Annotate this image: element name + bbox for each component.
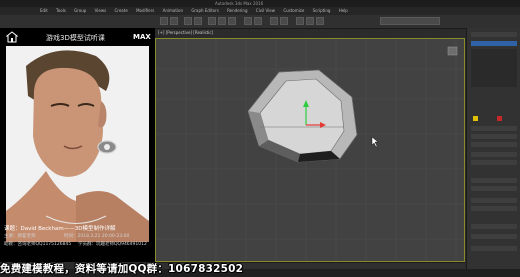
overlay-header: 游戏3D模型试听课 MAX [0,28,155,46]
course-time: 时间：2018.3.21 20:00-23:00 [64,234,130,239]
render-button[interactable] [316,17,324,25]
course-topic: 课题：David Beckham——3D模型制作详解 [4,226,116,232]
menu-item-customize[interactable]: Customize [283,8,304,13]
command-panel-tabs[interactable] [471,32,517,37]
selection-rollout[interactable] [471,126,517,131]
material-ids-rollout[interactable] [471,246,517,251]
menu-item-animation[interactable]: Animation [163,8,183,13]
house-logo-icon [6,31,18,43]
menu-item-graph-editors[interactable]: Graph Editors [191,8,218,13]
render-setup-button[interactable] [306,17,314,25]
course-contact: 助教：咨询老师QQ1175126845 [4,242,72,247]
material-editor-button[interactable] [296,17,304,25]
course-contact-2: 学员群：玩趣老师QQ946491012 [78,242,147,247]
menu-item-scripting[interactable]: Scripting [313,8,331,13]
smoothing-groups-rollout[interactable] [471,224,517,229]
color-swatch-yellow-icon[interactable] [473,116,478,121]
course-info: 课题：David Beckham——3D模型制作详解 主讲：顾茗老师 时间：20… [0,224,155,262]
modifier-stack[interactable] [471,49,517,87]
chamfer-button[interactable] [471,178,517,183]
menu-item-edit[interactable]: Edit [40,8,48,13]
modifier-list-selected[interactable] [471,41,517,46]
title-bar: Autodesk 3ds Max 2016 [0,0,520,7]
subdivision-rollout[interactable] [471,234,517,239]
align-button[interactable] [280,17,288,25]
menu-bar: Edit Tools Group Views Create Modifiers … [0,7,520,15]
octagon-mesh[interactable] [247,69,358,163]
main-toolbar [0,15,520,29]
select-link-button[interactable] [184,17,192,25]
menu-item-rendering[interactable]: Rendering [227,8,247,13]
edit-geometry-rollout[interactable] [471,134,517,139]
search-field[interactable] [380,17,440,25]
course-teacher: 主讲：顾茗老师 [4,234,36,239]
menu-item-views[interactable]: Views [95,8,107,13]
command-panel [466,28,520,277]
perspective-viewport[interactable] [155,38,465,262]
viewport-scene [156,39,464,261]
course-overlay-panel: 游戏3D模型试听课 MAX 课题：David Beckham——3D模型制作详解… [0,28,155,262]
angle-snap-button[interactable] [254,17,262,25]
scale-button[interactable] [228,17,236,25]
connect-button[interactable] [471,186,517,191]
snap-toggle-button[interactable] [244,17,252,25]
target-weld-button[interactable] [471,206,517,211]
redo-button[interactable] [170,17,178,25]
undo-button[interactable] [160,17,168,25]
menu-item-modifiers[interactable]: Modifiers [136,8,154,13]
menu-item-help[interactable]: Help [339,8,348,13]
overlay-title: 游戏3D模型试听课 [46,34,105,42]
color-swatch-red-icon[interactable] [497,116,502,121]
max-brand-label: MAX [133,33,151,41]
menu-item-civil-view[interactable]: Civil View [256,8,275,13]
promo-caption: 免费建模教程，资料等请加QQ群：1067832502 [0,263,244,275]
view-cube-icon[interactable] [447,46,458,56]
rotate-button[interactable] [218,17,226,25]
viewport-label[interactable]: [+] [Perspective] [Realistic] [158,30,213,35]
window-title: Autodesk 3ds Max 2016 [215,1,264,6]
select-object-button[interactable] [194,17,202,25]
menu-item-tools[interactable]: Tools [56,8,66,13]
instructor-photo [6,46,149,242]
bevel-button[interactable] [471,160,517,165]
portrait-illustration [6,46,149,242]
mirror-button[interactable] [270,17,278,25]
weld-button[interactable] [471,198,517,203]
soft-selection-rollout[interactable] [471,142,517,147]
menu-item-group[interactable]: Group [74,8,86,13]
mouse-cursor-icon [371,136,379,148]
menu-item-create[interactable]: Create [115,8,128,13]
extrude-button[interactable] [471,152,517,157]
move-button[interactable] [208,17,216,25]
